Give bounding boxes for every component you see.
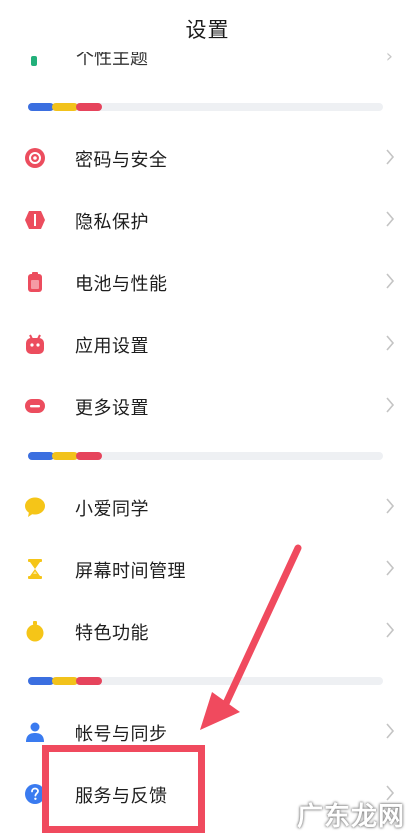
settings-item-xiaoai[interactable]: 小爱同学 bbox=[0, 477, 415, 537]
divider-red-segment bbox=[76, 103, 102, 111]
settings-item-label: 服务与反馈 bbox=[75, 786, 168, 807]
settings-item-label: 更多设置 bbox=[75, 398, 149, 419]
theme-icon bbox=[31, 56, 37, 66]
divider-blue-segment bbox=[28, 103, 54, 111]
settings-item-account-sync[interactable]: 帐号与同步 bbox=[0, 702, 415, 762]
settings-item-label: 帐号与同步 bbox=[75, 724, 168, 745]
divider-red-segment bbox=[76, 452, 102, 460]
divider-yellow-segment bbox=[52, 452, 78, 460]
chevron-right-icon bbox=[385, 721, 395, 741]
more-settings-icon bbox=[24, 395, 46, 417]
group-divider bbox=[28, 677, 383, 685]
chevron-right-icon bbox=[385, 209, 395, 229]
settings-item-screen-time[interactable]: 屏幕时间管理 bbox=[0, 539, 415, 599]
feature-bell-icon bbox=[24, 620, 46, 642]
chevron-right-icon bbox=[385, 395, 395, 415]
account-user-icon bbox=[24, 721, 46, 743]
chevron-right-icon bbox=[385, 496, 395, 516]
chevron-right-icon bbox=[385, 620, 395, 640]
settings-item-special-features[interactable]: 特色功能 bbox=[0, 601, 415, 661]
divider-yellow-segment bbox=[52, 677, 78, 685]
app-settings-icon bbox=[24, 333, 46, 355]
divider-yellow-segment bbox=[52, 103, 78, 111]
settings-screen: 设置 个性主题 › 密码与安全 隐私保护 电池与性能 应用设置 更多设置 小爱同… bbox=[0, 0, 415, 839]
group-divider bbox=[28, 452, 383, 460]
page-title: 设置 bbox=[185, 18, 230, 42]
battery-icon bbox=[24, 271, 46, 293]
help-question-icon bbox=[24, 783, 46, 805]
chevron-right-icon bbox=[385, 333, 395, 353]
settings-item-label: 隐私保护 bbox=[75, 212, 149, 233]
chevron-right-icon bbox=[385, 271, 395, 291]
divider-blue-segment bbox=[28, 677, 54, 685]
divider-blue-segment bbox=[28, 452, 54, 460]
settings-item-label: 小爱同学 bbox=[75, 499, 149, 520]
settings-item-label: 应用设置 bbox=[75, 336, 149, 357]
settings-item-more-settings[interactable]: 更多设置 bbox=[0, 376, 415, 436]
settings-item-theme[interactable]: 个性主题 › bbox=[0, 52, 415, 72]
chevron-right-icon: › bbox=[385, 52, 393, 67]
hourglass-icon bbox=[24, 558, 46, 580]
settings-item-label: 屏幕时间管理 bbox=[75, 561, 186, 582]
settings-item-app-settings[interactable]: 应用设置 bbox=[0, 314, 415, 374]
chevron-right-icon bbox=[385, 147, 395, 167]
divider-red-segment bbox=[76, 677, 102, 685]
group-divider bbox=[28, 103, 383, 111]
settings-item-label: 个性主题 bbox=[76, 52, 148, 69]
privacy-shield-icon bbox=[24, 209, 46, 231]
settings-item-label: 特色功能 bbox=[75, 623, 149, 644]
settings-item-label: 密码与安全 bbox=[75, 150, 168, 171]
xiaoai-chat-icon bbox=[24, 496, 46, 518]
settings-item-privacy[interactable]: 隐私保护 bbox=[0, 190, 415, 250]
password-security-icon bbox=[24, 147, 46, 169]
settings-item-battery[interactable]: 电池与性能 bbox=[0, 252, 415, 312]
settings-item-password-security[interactable]: 密码与安全 bbox=[0, 128, 415, 188]
chevron-right-icon bbox=[385, 558, 395, 578]
watermark: 广东龙网 bbox=[296, 802, 405, 832]
settings-item-label: 电池与性能 bbox=[75, 274, 168, 295]
